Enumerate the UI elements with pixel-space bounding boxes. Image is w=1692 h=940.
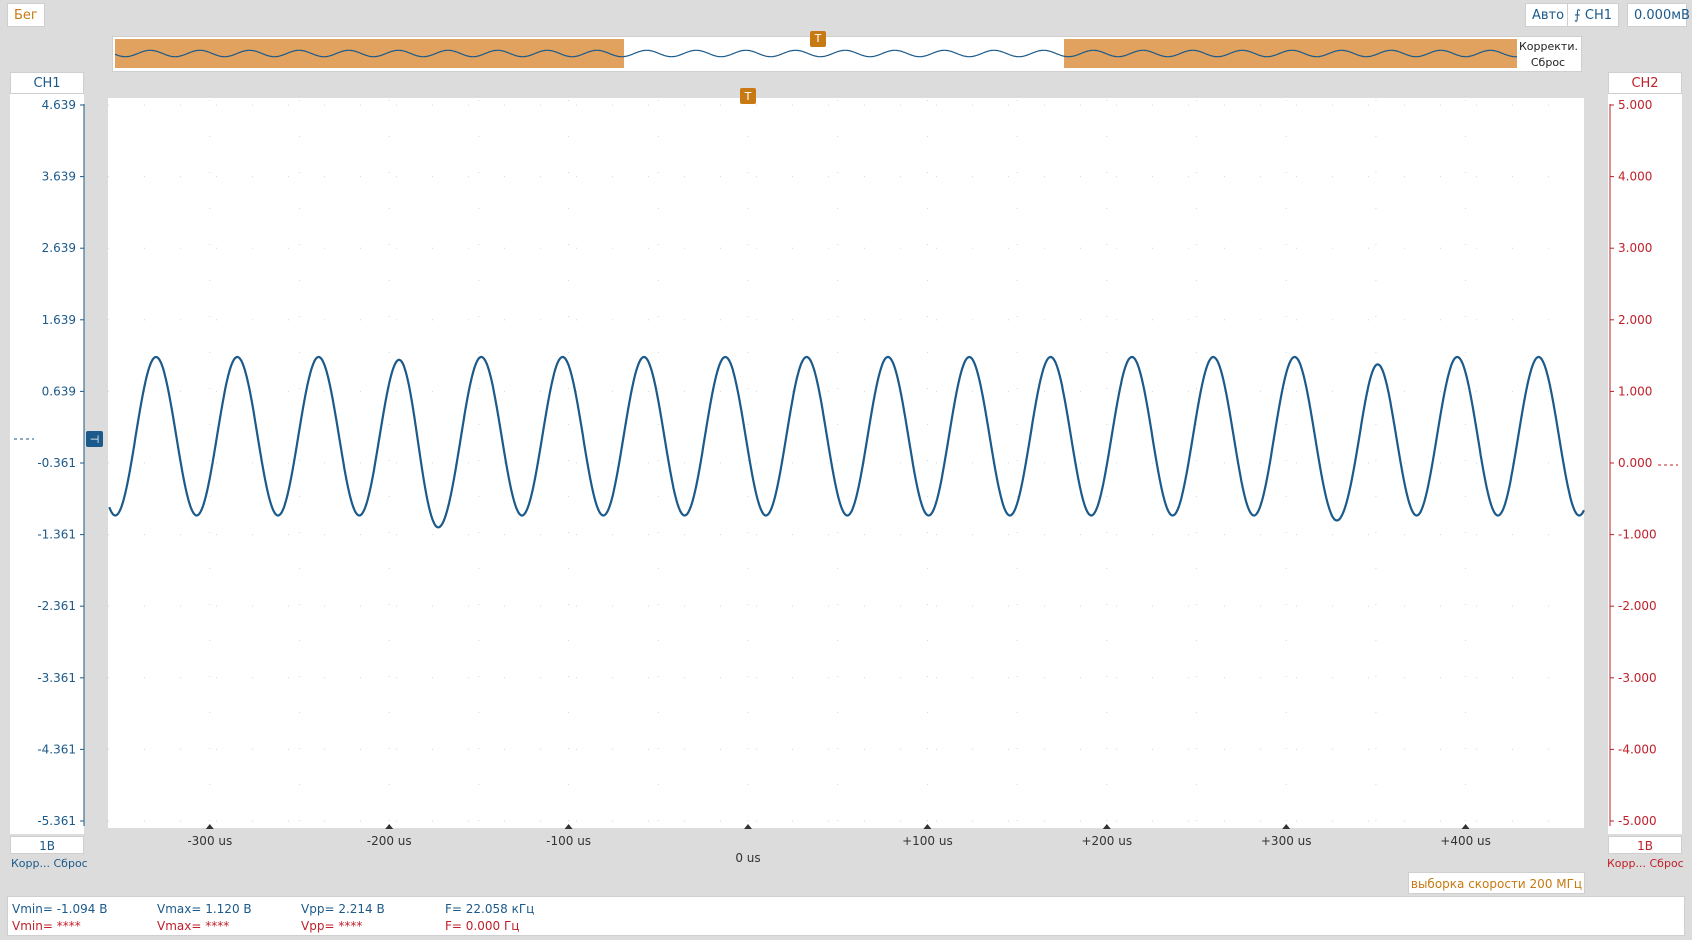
ch1-offset-marker[interactable]: ⊣ bbox=[86, 431, 103, 447]
time-tick-label: -300 us bbox=[187, 834, 232, 848]
ch1-scale-label[interactable]: 1В bbox=[10, 836, 84, 854]
time-tick-label: -200 us bbox=[367, 834, 412, 848]
ch1-tick-label: 0.639 bbox=[42, 384, 76, 398]
ch2-tick-label: 5.000 bbox=[1618, 98, 1652, 112]
ch1-vmax: Vmax= 1.120 В bbox=[157, 902, 252, 916]
scope-display: 4.639 3.639 2.639 1.639 0.639 -0.361 -1.361 -2.… bbox=[10, 88, 1682, 865]
ch1-tick-label: -3.361 bbox=[37, 671, 76, 685]
ch2-reset-button[interactable]: Сброс bbox=[1650, 857, 1684, 870]
svg-text:⊣: ⊣ bbox=[90, 433, 100, 446]
ch1-vmin: Vmin= -1.094 В bbox=[12, 902, 108, 916]
ch2-correct-button[interactable]: Корр... bbox=[1607, 857, 1646, 870]
ch1-tick-label: 2.639 bbox=[42, 241, 76, 255]
ch1-tick-label: 3.639 bbox=[42, 170, 76, 184]
ch1-frequency: F= 22.058 кГц bbox=[445, 902, 535, 916]
time-tick-labels: -300 us -200 us -100 us 0 us +100 us +200 us +… bbox=[187, 824, 1491, 865]
ch2-tick-label: -5.000 bbox=[1618, 814, 1657, 828]
ch1-tick-label: -5.361 bbox=[37, 814, 76, 828]
ch2-correct-reset[interactable]: Корр... Сброс bbox=[1607, 857, 1684, 870]
ch1-correct-reset[interactable]: Корр... Сброс bbox=[11, 857, 88, 870]
time-tick-label: 0 us bbox=[735, 851, 760, 865]
ch1-tick-label: -1.361 bbox=[37, 528, 76, 542]
time-tick-label: +200 us bbox=[1081, 834, 1132, 848]
plot-trigger-marker[interactable]: T bbox=[740, 88, 756, 104]
ch1-tick-label: 4.639 bbox=[42, 98, 76, 112]
plot-area[interactable] bbox=[108, 98, 1584, 828]
ch2-frequency: F= 0.000 Гц bbox=[445, 919, 520, 933]
ch1-correct-button[interactable]: Корр... bbox=[11, 857, 50, 870]
ch2-vmin: Vmin= **** bbox=[12, 919, 81, 933]
time-tick-label: +400 us bbox=[1440, 834, 1491, 848]
ch1-tick-label: 1.639 bbox=[42, 313, 76, 327]
sample-rate-label: выборка скорости 200 МГц bbox=[1408, 872, 1585, 894]
ch1-tick-label: -0.361 bbox=[37, 456, 76, 470]
ch2-tick-label: 0.000 bbox=[1618, 456, 1652, 470]
ch1-tick-label: -4.361 bbox=[37, 742, 76, 756]
ch2-tick-label: 3.000 bbox=[1618, 241, 1652, 255]
time-tick-label: -100 us bbox=[546, 834, 591, 848]
ch2-tick-label: 1.000 bbox=[1618, 384, 1652, 398]
time-tick-label: +300 us bbox=[1261, 834, 1312, 848]
ch2-vmax: Vmax= **** bbox=[157, 919, 230, 933]
ch2-tick-label: 2.000 bbox=[1618, 313, 1652, 327]
ch2-tick-label: -3.000 bbox=[1618, 671, 1657, 685]
ch2-tick-label: -1.000 bbox=[1618, 528, 1657, 542]
ch1-reset-button[interactable]: Сброс bbox=[54, 857, 88, 870]
ch2-tick-label: 4.000 bbox=[1618, 170, 1652, 184]
ch2-tick-label: -2.000 bbox=[1618, 599, 1657, 613]
svg-text:T: T bbox=[744, 90, 752, 103]
ch2-tick-label: -4.000 bbox=[1618, 742, 1657, 756]
time-tick-label: +100 us bbox=[902, 834, 953, 848]
ch2-vpp: Vpp= **** bbox=[301, 919, 363, 933]
measurements-panel: Vmin= -1.094 В Vmax= 1.120 В Vpp= 2.214 … bbox=[7, 896, 1685, 936]
ch1-tick-label: -2.361 bbox=[37, 599, 76, 613]
ch1-vpp: Vpp= 2.214 В bbox=[301, 902, 385, 916]
ch2-scale-label[interactable]: 1В bbox=[1608, 836, 1682, 854]
